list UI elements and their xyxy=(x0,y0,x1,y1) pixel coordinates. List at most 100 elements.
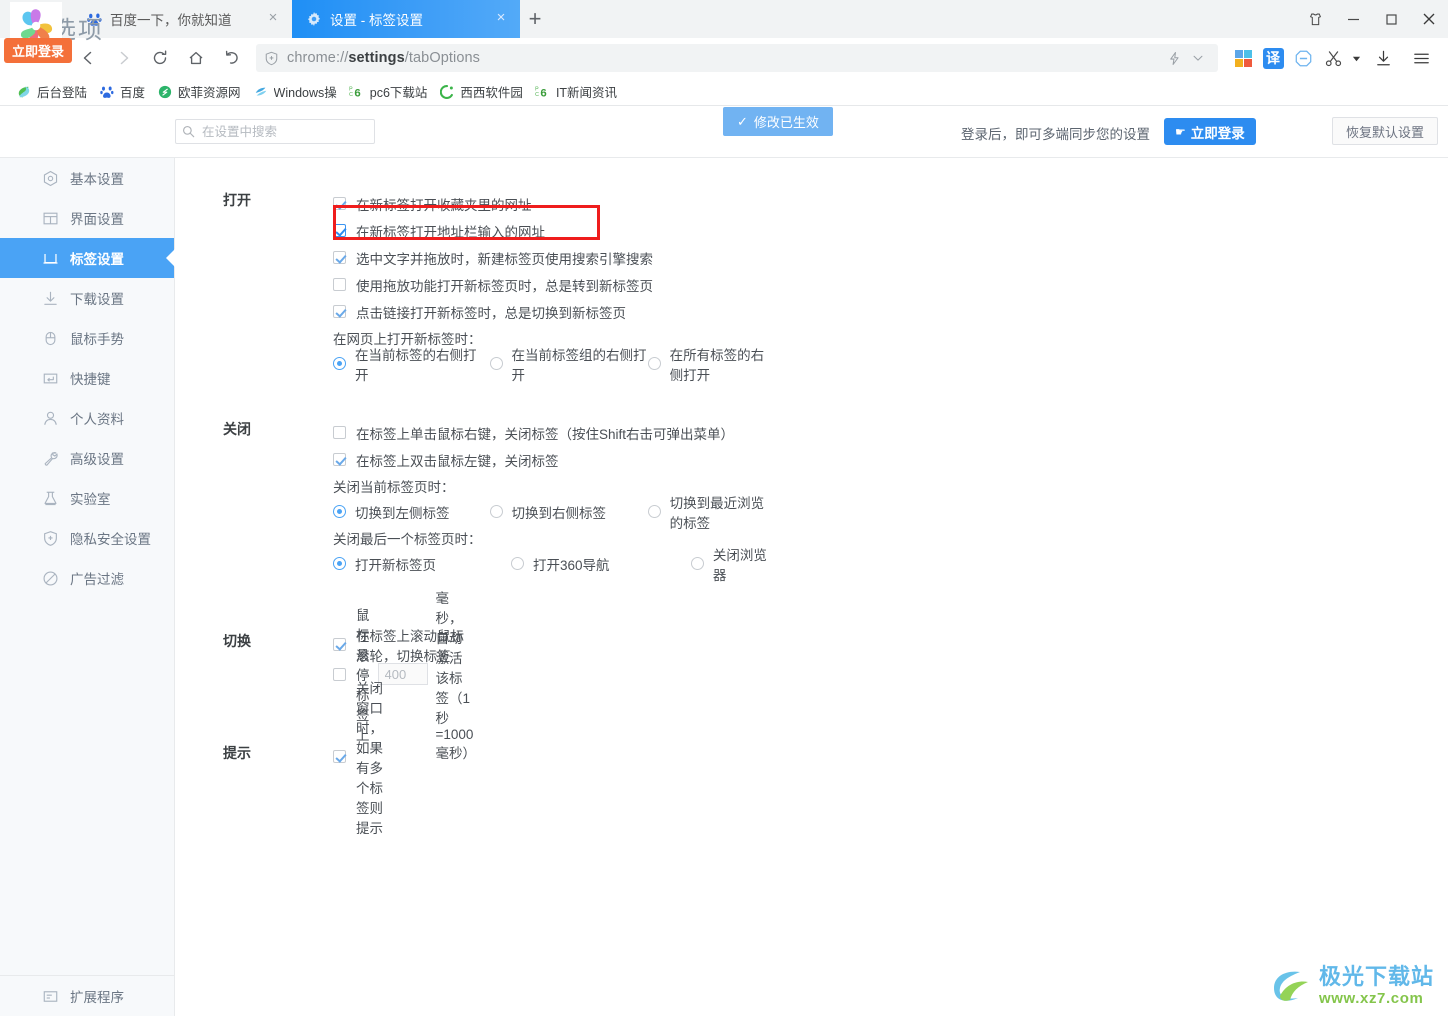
new-tab-button[interactable]: + xyxy=(520,4,550,34)
settings-search[interactable] xyxy=(175,119,375,144)
radio-button[interactable] xyxy=(489,505,503,518)
checkbox-row[interactable]: 关闭窗口时，如果有多个标签则提示 xyxy=(333,681,383,836)
radio-option[interactable]: 打开360导航 xyxy=(511,554,691,574)
radio-label: 关闭浏览器 xyxy=(712,547,767,583)
sidebar-item-advanced[interactable]: 高级设置 xyxy=(0,438,174,478)
checkbox-row[interactable]: 在新标签打开地址栏输入的网址 xyxy=(333,217,771,244)
home-button[interactable] xyxy=(180,42,212,74)
bookmark-item[interactable]: 西西软件园 xyxy=(433,81,529,103)
checkbox-row[interactable]: 在新标签打开收藏夹里的网址 xyxy=(333,190,771,217)
sidebar-item-adfilter[interactable]: 广告过滤 xyxy=(0,558,174,598)
lightning-icon[interactable] xyxy=(1162,46,1186,70)
sidebar-item-extensions[interactable]: 扩展程序 xyxy=(0,976,175,1016)
radio-button[interactable] xyxy=(690,557,704,570)
bookmark-item[interactable]: 百度 xyxy=(93,81,151,103)
shield-plus-icon xyxy=(41,529,59,547)
bookmark-label: IT新闻资讯 xyxy=(555,86,618,100)
radio-option[interactable]: 打开新标签页 xyxy=(333,554,511,574)
radio-option[interactable]: 切换到右侧标签 xyxy=(489,502,648,522)
sidebar-item-mouse-gestures[interactable]: 鼠标手势 xyxy=(0,318,174,358)
bookmark-item[interactable]: PC6 pc6下载站 xyxy=(343,81,434,103)
download-icon[interactable] xyxy=(1364,42,1402,74)
checkbox[interactable] xyxy=(333,750,346,763)
browser-tab-1[interactable]: 设置 - 标签设置 × xyxy=(292,0,520,38)
tab-close-icon[interactable]: × xyxy=(492,10,510,28)
checkbox-row[interactable]: 在标签上双击鼠标左键，关闭标签 xyxy=(333,446,771,473)
browser-tab-0[interactable]: 百度一下，你就知道 × xyxy=(72,0,292,38)
history-button[interactable] xyxy=(216,42,248,74)
maximize-icon[interactable] xyxy=(1372,0,1410,38)
checkbox[interactable] xyxy=(333,197,346,210)
bookmark-item[interactable]: PC6 IT新闻资讯 xyxy=(529,81,623,103)
checkbox-row[interactable]: 使用拖放功能打开新标签页时，总是转到新标签页 xyxy=(333,271,771,298)
screenshot-scissors-icon[interactable] xyxy=(1318,42,1348,74)
checkbox-row[interactable]: 选中文字并拖放时，新建标签页使用搜索引擎搜索 xyxy=(333,244,771,271)
menu-icon[interactable] xyxy=(1402,42,1440,74)
checkbox[interactable] xyxy=(333,638,346,651)
forward-button[interactable] xyxy=(108,42,140,74)
skin-icon[interactable] xyxy=(1296,0,1334,38)
reload-button[interactable] xyxy=(144,42,176,74)
checkbox[interactable] xyxy=(333,305,346,318)
svg-text:C: C xyxy=(349,91,353,97)
bookmark-item[interactable]: Windows操 xyxy=(247,81,343,103)
checkbox[interactable] xyxy=(333,426,346,439)
radio-button[interactable] xyxy=(647,505,661,518)
translate-icon[interactable]: 译 xyxy=(1258,42,1288,74)
radio-option[interactable]: 切换到最近浏览的标签 xyxy=(647,492,771,532)
tab-title: 设置 - 标签设置 xyxy=(330,13,423,28)
radio-button[interactable] xyxy=(333,357,346,370)
sidebar-item-lab[interactable]: 实验室 xyxy=(0,478,174,518)
reset-defaults-button[interactable]: 恢复默认设置 xyxy=(1332,117,1438,145)
radio-option[interactable]: 在当前标签组的右侧打开 xyxy=(489,344,648,384)
sidebar-item-privacy[interactable]: 隐私安全设置 xyxy=(0,518,174,558)
sidebar-item-interface[interactable]: 界面设置 xyxy=(0,198,174,238)
radio-button[interactable] xyxy=(333,557,346,570)
tab-close-icon[interactable]: × xyxy=(264,10,282,28)
hover-activate-row[interactable]: 鼠标悬停标签上 毫秒，自动激活该标签（1秒=1000毫秒） xyxy=(333,591,476,761)
apps-grid-icon[interactable] xyxy=(1228,42,1258,74)
radio-button[interactable] xyxy=(511,557,525,570)
login-button[interactable]: ☛ 立即登录 xyxy=(1164,118,1256,145)
sidebar-item-download[interactable]: 下载设置 xyxy=(0,278,174,318)
sidebar-item-tabs[interactable]: 标签设置 xyxy=(0,238,175,278)
close-icon[interactable] xyxy=(1410,0,1448,38)
login-hint: 登录后，即可多端同步您的设置 xyxy=(961,127,1150,142)
minimize-icon[interactable] xyxy=(1334,0,1372,38)
sidebar-item-label: 基本设置 xyxy=(70,172,124,187)
back-button[interactable] xyxy=(72,42,104,74)
hover-delay-input[interactable] xyxy=(377,663,428,685)
bookmark-label: 欧菲资源网 xyxy=(178,86,241,100)
bookmark-item[interactable]: 后台登陆 xyxy=(10,81,93,103)
bookmark-item[interactable]: 欧菲资源网 xyxy=(151,81,247,103)
settings-content: 打开 在新标签打开收藏夹里的网址 在新标签打开地址栏输入的网址 选中文字并拖放时… xyxy=(175,158,1448,1016)
sidebar-item-label: 广告过滤 xyxy=(70,572,124,587)
sidebar-item-shortcuts[interactable]: 快捷键 xyxy=(0,358,174,398)
search-input[interactable] xyxy=(200,123,368,140)
checkbox[interactable] xyxy=(333,224,346,237)
radio-option[interactable]: 在所有标签的右侧打开 xyxy=(647,344,771,384)
checkbox[interactable] xyxy=(333,667,346,681)
radio-button[interactable] xyxy=(489,357,503,370)
sidebar-item-label: 实验室 xyxy=(70,492,111,507)
checkbox[interactable] xyxy=(333,278,346,291)
green-circle-icon xyxy=(157,84,173,100)
chevron-down-icon[interactable] xyxy=(1186,46,1210,70)
radio-button[interactable] xyxy=(647,357,661,370)
sidebar-item-profile[interactable]: 个人资料 xyxy=(0,398,174,438)
adblock-icon[interactable] xyxy=(1288,42,1318,74)
radio-option[interactable]: 在当前标签的右侧打开 xyxy=(333,344,490,384)
checkbox[interactable] xyxy=(333,453,346,466)
checkbox-row[interactable]: 在标签上单击鼠标右键，关闭标签（按住Shift右击可弹出菜单） xyxy=(333,419,771,446)
radio-option[interactable]: 关闭浏览器 xyxy=(690,544,771,584)
checkbox-row[interactable]: 点击链接打开新标签时，总是切换到新标签页 xyxy=(333,298,771,325)
address-bar[interactable]: chrome://settings/tabOptions xyxy=(256,44,1218,72)
login-now-badge[interactable]: 立即登录 xyxy=(4,38,73,63)
sidebar-item-basic[interactable]: 基本设置 xyxy=(0,158,174,198)
person-icon xyxy=(41,409,59,427)
radio-option[interactable]: 切换到左侧标签 xyxy=(333,502,490,522)
checkbox[interactable] xyxy=(333,251,346,264)
radio-button[interactable] xyxy=(333,505,346,518)
scissors-dropdown-icon[interactable] xyxy=(1348,42,1364,74)
checkbox-label: 在新标签打开收藏夹里的网址 xyxy=(356,197,532,213)
